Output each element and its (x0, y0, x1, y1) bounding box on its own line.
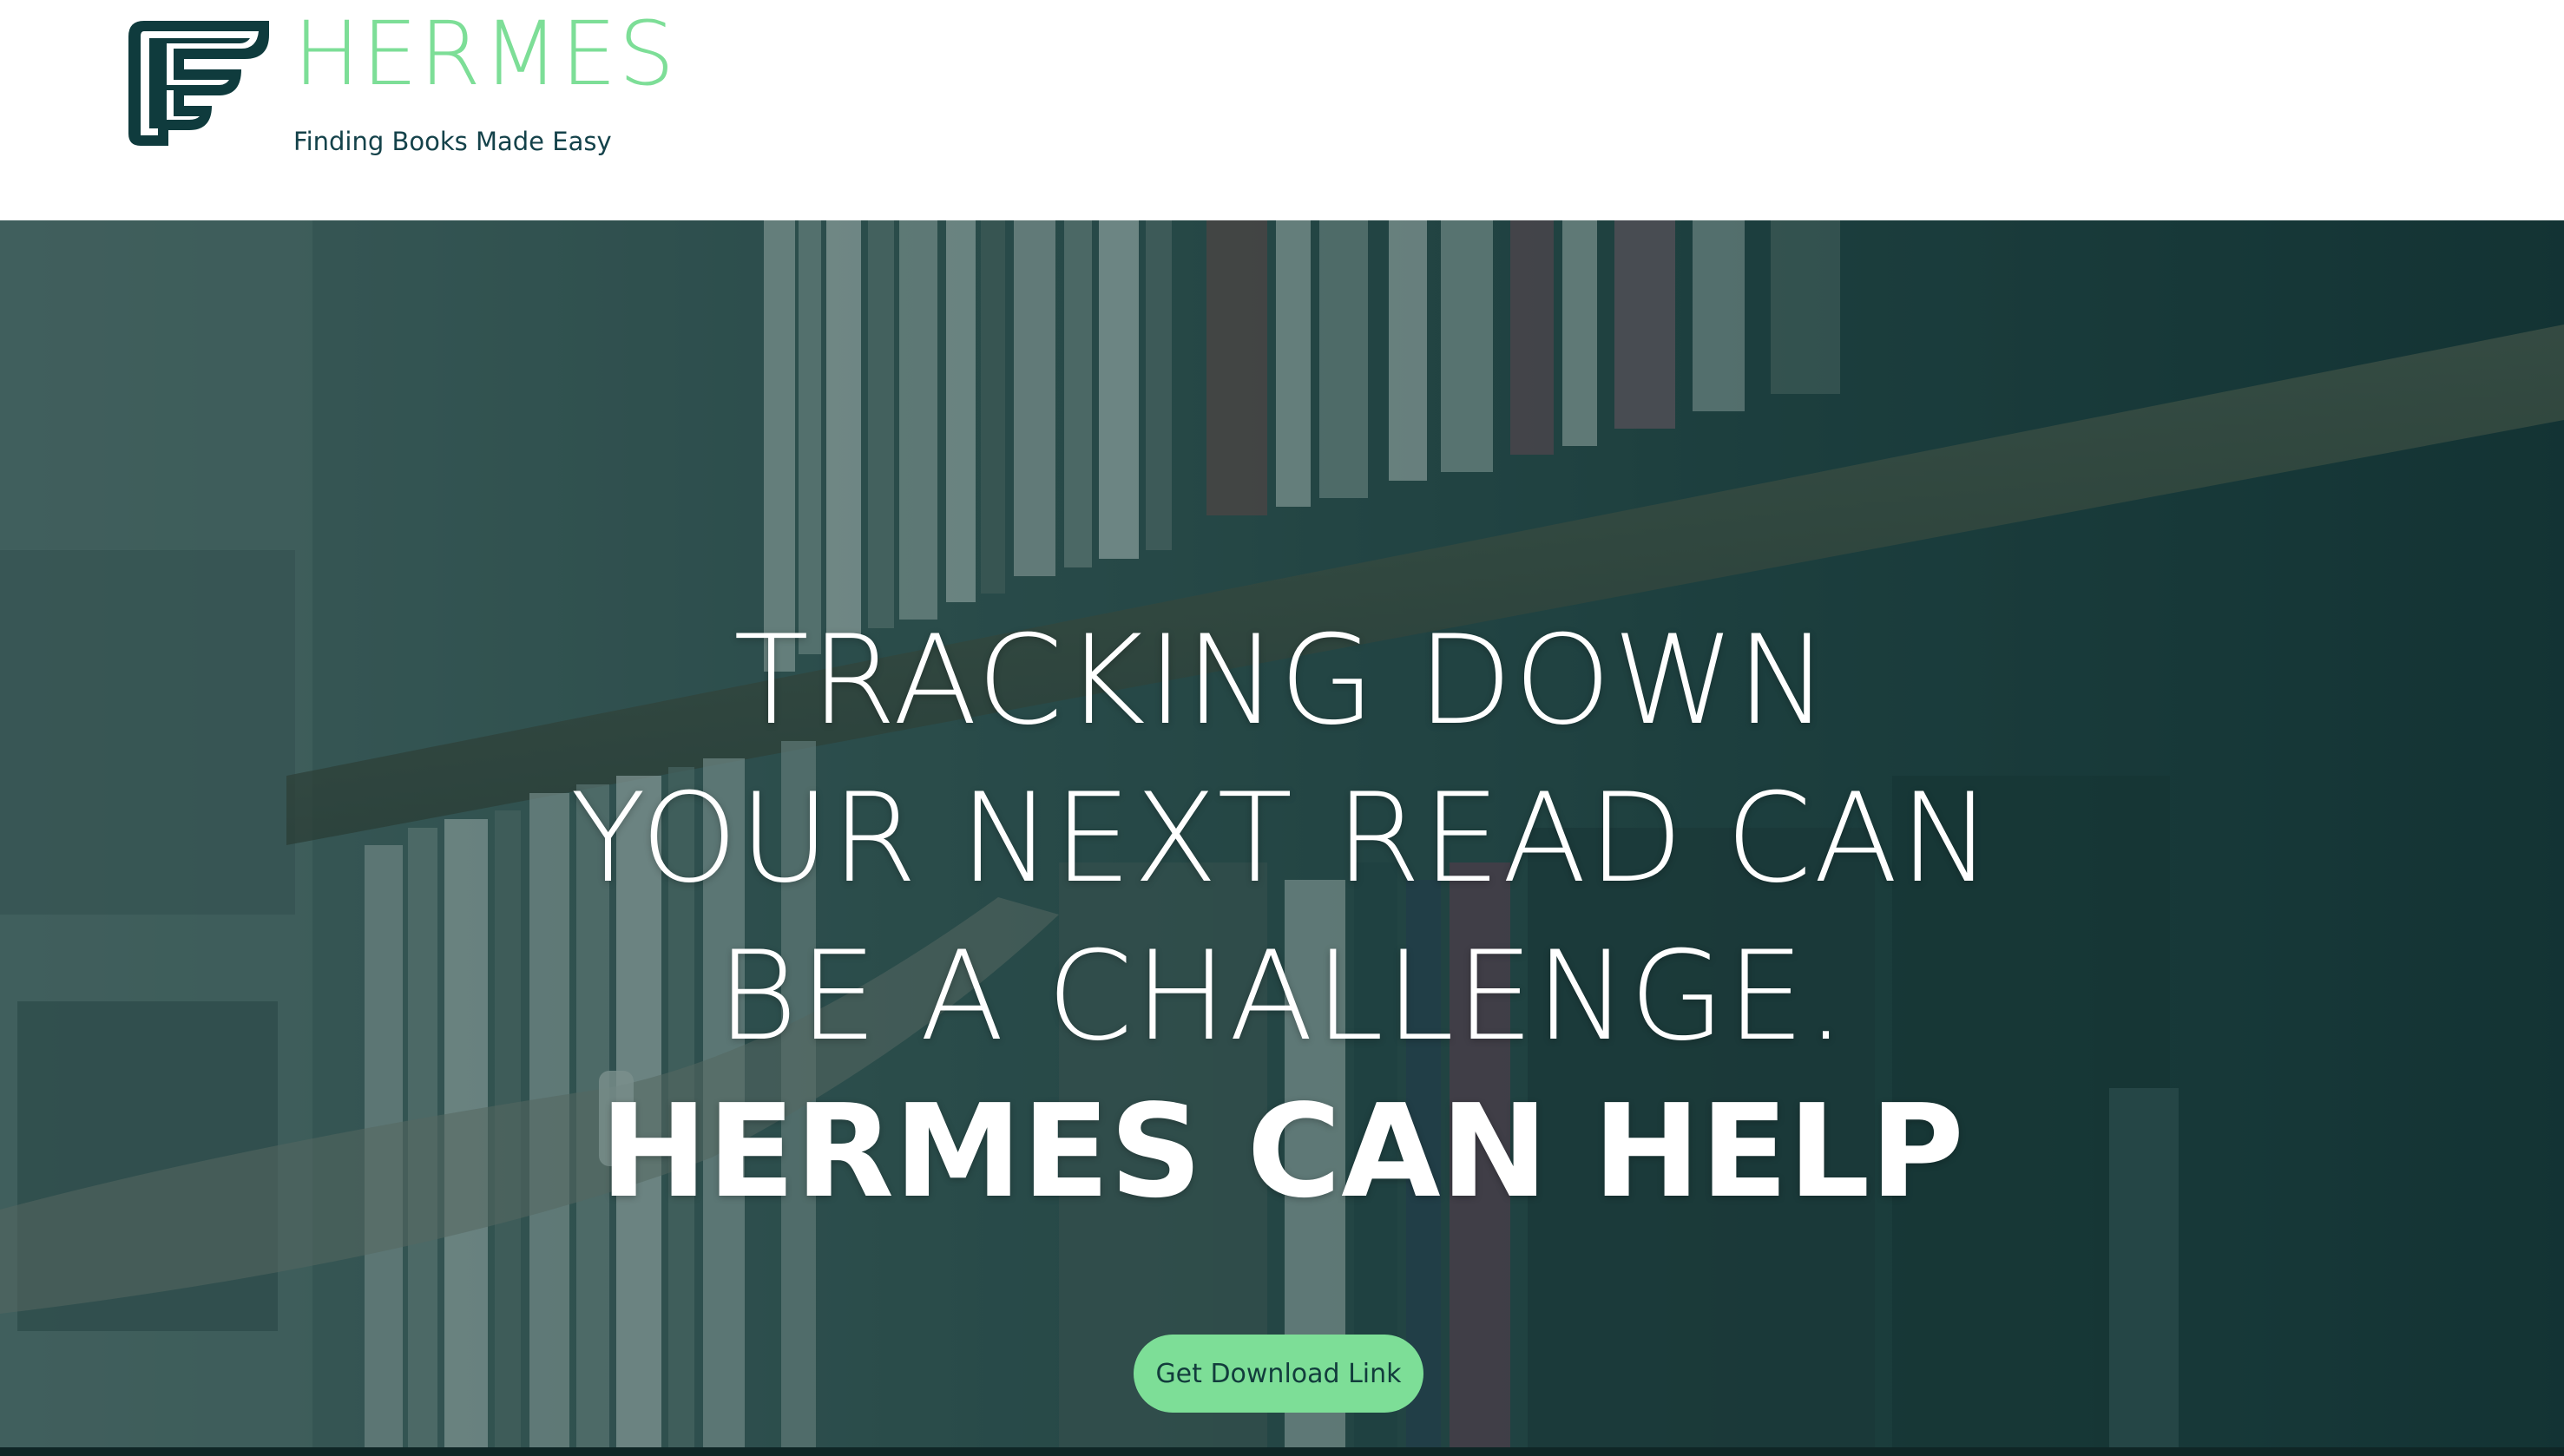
headline-line-2: YOUR NEXT READ CAN (570, 767, 1994, 910)
hero-section: TRACKING DOWN YOUR NEXT READ CAN BE A CH… (0, 220, 2564, 1456)
brand-tagline: Finding Books Made Easy (293, 127, 612, 156)
hero-headline: TRACKING DOWN YOUR NEXT READ CAN BE A CH… (0, 602, 2564, 1076)
headline-line-3: BE A CHALLENGE. (716, 925, 1848, 1068)
site-header: HERMES Finding Books Made Easy (0, 0, 2564, 220)
headline-line-1: TRACKING DOWN (733, 609, 1831, 752)
brand-name[interactable]: HERMES (293, 10, 676, 99)
bottom-strip (0, 1447, 2564, 1456)
winged-f-logo-icon[interactable] (128, 21, 269, 146)
hero-headline-strong: HERMES CAN HELP (600, 1077, 1964, 1226)
get-download-link-button[interactable]: Get Download Link (1134, 1335, 1423, 1413)
